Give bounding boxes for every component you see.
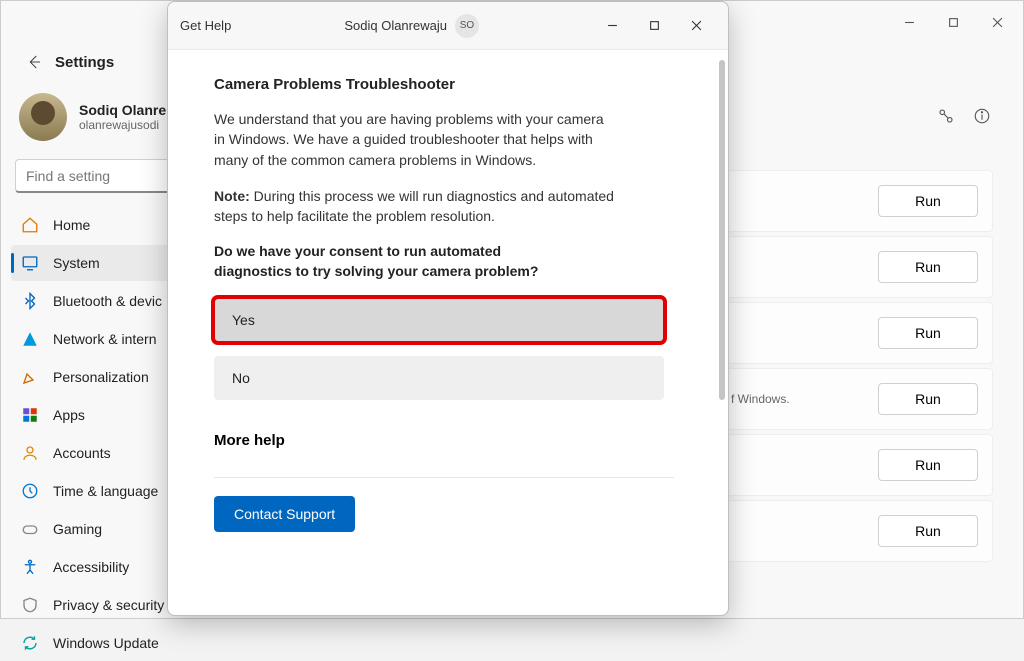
gethelp-minimize-button[interactable] [592, 11, 632, 41]
gethelp-window: Get Help Sodiq Olanrewaju SO Camera Prob… [167, 1, 729, 616]
nav-label: Home [53, 217, 90, 233]
nav-label: Accessibility [53, 559, 129, 575]
nav-label: Privacy & security [53, 597, 164, 613]
option-no[interactable]: No [214, 356, 664, 400]
contact-support-label: Contact Support [234, 506, 335, 522]
row-text-fragment: f Windows. [731, 392, 790, 406]
nav-label: Gaming [53, 521, 102, 537]
back-button[interactable] [19, 47, 49, 77]
nav-label: Windows Update [53, 635, 159, 651]
gethelp-close-button[interactable] [676, 11, 716, 41]
close-button[interactable] [977, 7, 1017, 37]
network-icon [21, 330, 39, 348]
troubleshooter-note: Note: During this process we will run di… [214, 186, 614, 227]
info-icon[interactable] [973, 107, 991, 130]
run-button[interactable]: Run [878, 383, 978, 415]
run-button[interactable]: Run [878, 185, 978, 217]
bluetooth-icon [21, 292, 39, 310]
nav-label: Network & intern [53, 331, 156, 347]
consent-question: Do we have your consent to run automated… [214, 242, 574, 281]
gethelp-user: Sodiq Olanrewaju SO [231, 14, 592, 38]
privacy-icon [21, 596, 39, 614]
contact-support-button[interactable]: Contact Support [214, 496, 355, 532]
profile-email: olanrewajusodi [79, 118, 166, 132]
home-icon [21, 216, 39, 234]
divider [214, 477, 674, 478]
run-button[interactable]: Run [878, 251, 978, 283]
gethelp-app-title: Get Help [180, 18, 231, 33]
note-body: During this process we will run diagnost… [214, 188, 614, 224]
avatar [19, 93, 67, 141]
gethelp-body: Camera Problems Troubleshooter We unders… [168, 50, 728, 615]
run-button[interactable]: Run [878, 449, 978, 481]
gethelp-user-initials: SO [455, 14, 479, 38]
gethelp-maximize-button[interactable] [634, 11, 674, 41]
gaming-icon [21, 520, 39, 538]
personalization-icon [21, 368, 39, 386]
update-icon [21, 634, 39, 652]
minimize-button[interactable] [889, 7, 929, 37]
nav-label: Accounts [53, 445, 111, 461]
option-yes[interactable]: Yes [214, 298, 664, 342]
profile-name: Sodiq Olanre [79, 102, 166, 118]
settings-title: Settings [55, 54, 114, 71]
system-icon [21, 254, 39, 272]
run-button[interactable]: Run [878, 317, 978, 349]
apps-icon [21, 406, 39, 424]
gethelp-titlebar: Get Help Sodiq Olanrewaju SO [168, 2, 728, 50]
nav-label: Apps [53, 407, 85, 423]
nav-label: Bluetooth & devic [53, 293, 162, 309]
page-header-icons [937, 107, 991, 130]
option-no-label: No [232, 370, 250, 386]
sidebar-item-windows-update[interactable]: Windows Update [11, 625, 251, 661]
scrollbar-thumb[interactable] [719, 60, 725, 400]
accessibility-icon [21, 558, 39, 576]
nav-label: System [53, 255, 100, 271]
troubleshooter-heading: Camera Problems Troubleshooter [214, 76, 686, 93]
maximize-button[interactable] [933, 7, 973, 37]
more-help-heading: More help [214, 432, 686, 449]
nav-label: Personalization [53, 369, 149, 385]
note-label: Note: [214, 188, 250, 204]
search-placeholder: Find a setting [26, 168, 110, 184]
nav-label: Time & language [53, 483, 158, 499]
time-icon [21, 482, 39, 500]
link-icon[interactable] [937, 107, 955, 130]
accounts-icon [21, 444, 39, 462]
gethelp-user-name: Sodiq Olanrewaju [344, 18, 447, 33]
troubleshooter-intro: We understand that you are having proble… [214, 109, 614, 170]
run-button[interactable]: Run [878, 515, 978, 547]
option-yes-label: Yes [232, 312, 255, 328]
